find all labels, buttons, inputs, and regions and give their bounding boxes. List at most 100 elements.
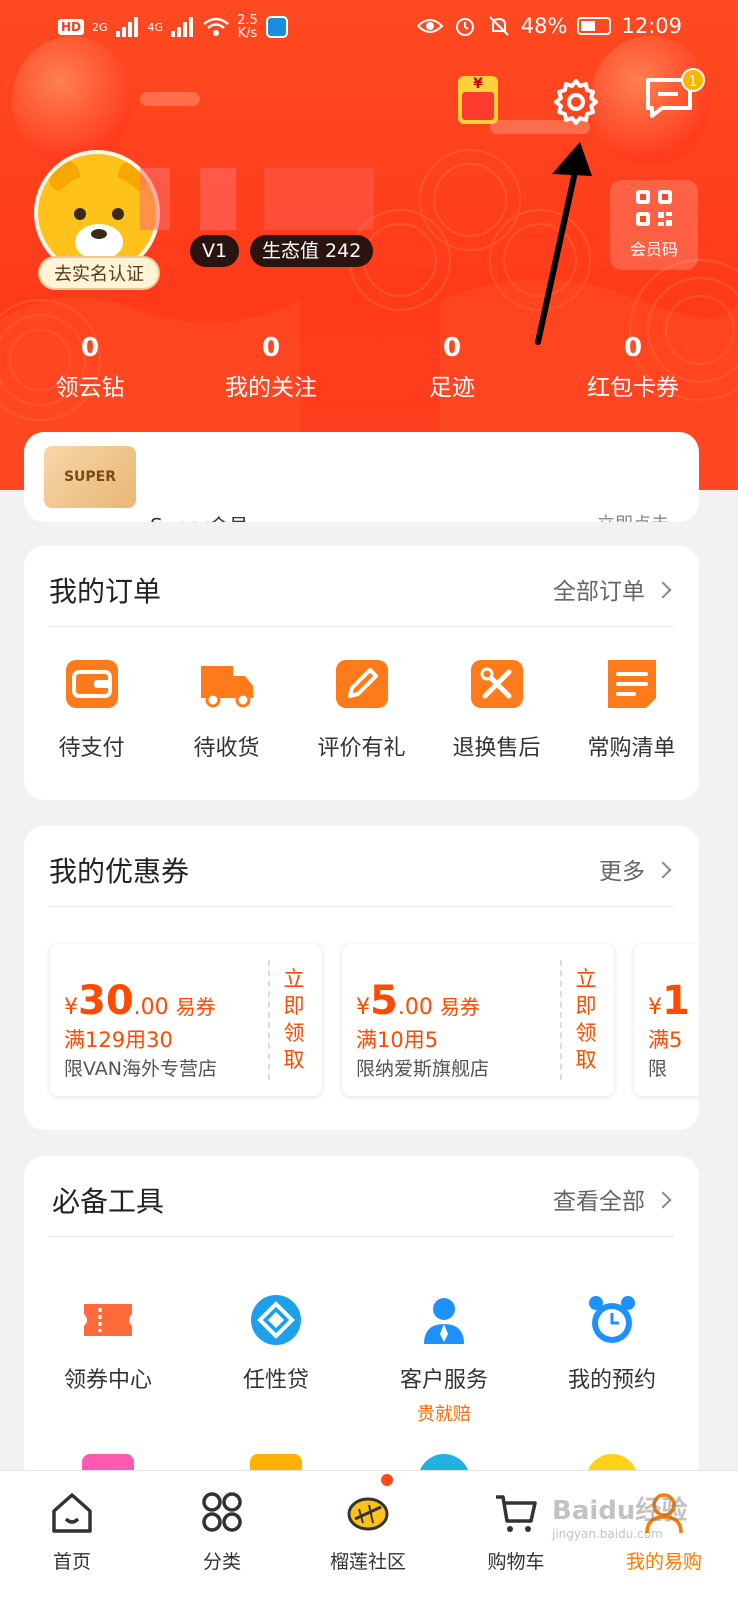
stat-label: 我的关注 xyxy=(225,375,317,401)
coupon-condition: 满5 xyxy=(648,1028,683,1052)
red-packet-icon[interactable]: ¥ xyxy=(458,76,498,124)
qr-code-icon xyxy=(636,190,672,226)
stat-value: 0 xyxy=(442,333,462,363)
view-all-tools-link[interactable]: 查看全部 xyxy=(553,1182,672,1216)
coupons-more-link[interactable]: 更多 xyxy=(599,852,672,886)
coupon-shop: 限 xyxy=(648,1058,668,1080)
super-link[interactable]: 立即点击 xyxy=(597,510,669,522)
tool-loan[interactable]: 任性贷 xyxy=(192,1294,360,1394)
member-code-button[interactable]: 会员码 xyxy=(610,180,698,270)
order-review[interactable]: 评价有礼 xyxy=(294,656,429,762)
net-speed: 2.5 K/s xyxy=(237,13,258,41)
super-title: Super会员 xyxy=(150,510,249,522)
wifi-icon xyxy=(203,17,229,36)
coupon-condition: 满10用5 xyxy=(356,1028,439,1052)
stat-following[interactable]: 0 我的关注 xyxy=(191,330,351,410)
message-count-badge: 1 xyxy=(681,68,705,92)
alarm-clock-icon xyxy=(455,18,474,36)
stat-label: 领云钻 xyxy=(55,375,125,401)
coupons-card: 我的优惠券 更多 ¥30.00 易券 满129用30 限VAN海外专营店 立即领… xyxy=(24,826,699,1130)
coupon-item[interactable]: ¥5.00 易券 满10用5 限纳爱斯旗舰店 立即领取 xyxy=(342,944,614,1096)
tab-category[interactable]: 分类 xyxy=(162,1489,282,1574)
edit-icon xyxy=(335,660,388,708)
settings-gear-icon[interactable] xyxy=(551,76,601,126)
ticket-icon xyxy=(84,1304,132,1336)
order-pending-payment[interactable]: 待支付 xyxy=(24,656,159,762)
coupon-amount: ¥5.00 易券 xyxy=(356,978,480,1024)
coupon-item[interactable]: ¥1 满5 限 xyxy=(634,944,699,1096)
coupon-divider xyxy=(560,960,562,1080)
loan-icon xyxy=(251,1295,301,1345)
watermark: Baidu经验 jingyan.baidu.com xyxy=(552,1496,688,1541)
super-member-card[interactable]: SUPER Super会员 立即点击 xyxy=(24,432,699,522)
durian-icon xyxy=(347,1497,389,1531)
divider xyxy=(49,626,674,627)
network-label: 4G xyxy=(147,20,164,34)
tools-title: 必备工具 xyxy=(52,1185,165,1218)
category-icon xyxy=(202,1492,242,1532)
signal-icon xyxy=(171,17,195,37)
order-frequent-list[interactable]: 常购清单 xyxy=(564,656,699,762)
coupon-divider xyxy=(268,960,270,1080)
tools-icon xyxy=(470,660,523,708)
stat-value: 0 xyxy=(80,333,100,363)
service-subtitle: 贵就赔 xyxy=(417,1404,471,1425)
list-icon xyxy=(607,660,656,708)
chevron-right-icon xyxy=(654,1191,672,1209)
level-tag[interactable]: V1 xyxy=(190,235,240,267)
tools-card: 必备工具 查看全部 领券中心 任性贷 客户服务 贵就赔 我的预约 xyxy=(24,1156,699,1486)
stat-cloud-diamond[interactable]: 0 领云钻 xyxy=(10,330,170,410)
tab-community[interactable]: 榴莲社区 xyxy=(308,1489,428,1574)
alarm-icon xyxy=(589,1296,635,1343)
annotation-arrow xyxy=(535,142,592,345)
coupons-title: 我的优惠券 xyxy=(49,855,190,888)
coupon-amount: ¥30.00 易券 xyxy=(64,978,216,1024)
real-name-verify-button[interactable]: 去实名认证 xyxy=(38,256,160,290)
claim-coupon-button[interactable]: 立即领取 xyxy=(572,966,600,1074)
username-blurred xyxy=(200,168,236,230)
orders-card: 我的订单 全部订单 待支付 待收货 评价有礼 退换售后 常购清单 xyxy=(24,546,699,800)
chevron-right-icon xyxy=(654,861,672,879)
status-bar: HD 2G 4G 2.5 K/s 48% 12:09 xyxy=(0,0,738,56)
battery-percent: 48% xyxy=(520,14,568,38)
home-icon xyxy=(52,1493,92,1533)
hd-indicator: HD xyxy=(58,19,85,35)
network-label: 2G xyxy=(92,20,108,34)
stat-label: 足迹 xyxy=(429,375,475,401)
battery-icon xyxy=(577,17,612,35)
stat-footprints[interactable]: 0 足迹 xyxy=(372,330,532,410)
stat-label: 红包卡券 xyxy=(587,375,679,401)
coupon-shop: 限VAN海外专营店 xyxy=(64,1058,217,1080)
coupon-item[interactable]: ¥30.00 易券 满129用30 限VAN海外专营店 立即领取 xyxy=(50,944,322,1096)
coupon-shop: 限纳爱斯旗舰店 xyxy=(356,1058,490,1080)
clock: 12:09 xyxy=(621,14,682,38)
orders-title: 我的订单 xyxy=(49,575,162,608)
divider xyxy=(49,1236,674,1237)
tool-coupon-center[interactable]: 领券中心 xyxy=(24,1294,192,1394)
super-logo: SUPER xyxy=(44,446,136,508)
coupon-amount: ¥1 xyxy=(648,978,690,1024)
eco-value-tag[interactable]: 生态值 242 xyxy=(250,235,374,267)
order-after-sale[interactable]: 退换售后 xyxy=(429,656,564,762)
tab-home[interactable]: 首页 xyxy=(12,1489,132,1574)
member-code-label: 会员码 xyxy=(629,240,678,259)
cart-icon xyxy=(496,1495,537,1532)
all-orders-link[interactable]: 全部订单 xyxy=(553,572,672,606)
stat-value: 0 xyxy=(261,333,281,363)
service-icon xyxy=(424,1298,464,1344)
claim-coupon-button[interactable]: 立即领取 xyxy=(280,966,308,1074)
eye-icon xyxy=(416,19,443,33)
divider xyxy=(49,906,674,907)
chevron-right-icon xyxy=(654,581,672,599)
app-notification-icon xyxy=(265,16,288,38)
order-pending-receipt[interactable]: 待收货 xyxy=(159,656,294,762)
username-blurred xyxy=(264,168,374,230)
tool-customer-service[interactable]: 客户服务 贵就赔 xyxy=(360,1294,528,1426)
wallet-icon xyxy=(65,660,118,708)
signal-icon xyxy=(115,17,140,37)
mute-bell-icon xyxy=(489,16,509,36)
coupon-condition: 满129用30 xyxy=(64,1028,173,1052)
truck-icon xyxy=(200,666,253,708)
tool-reservation[interactable]: 我的预约 xyxy=(528,1294,696,1394)
community-notification-dot xyxy=(381,1474,393,1486)
